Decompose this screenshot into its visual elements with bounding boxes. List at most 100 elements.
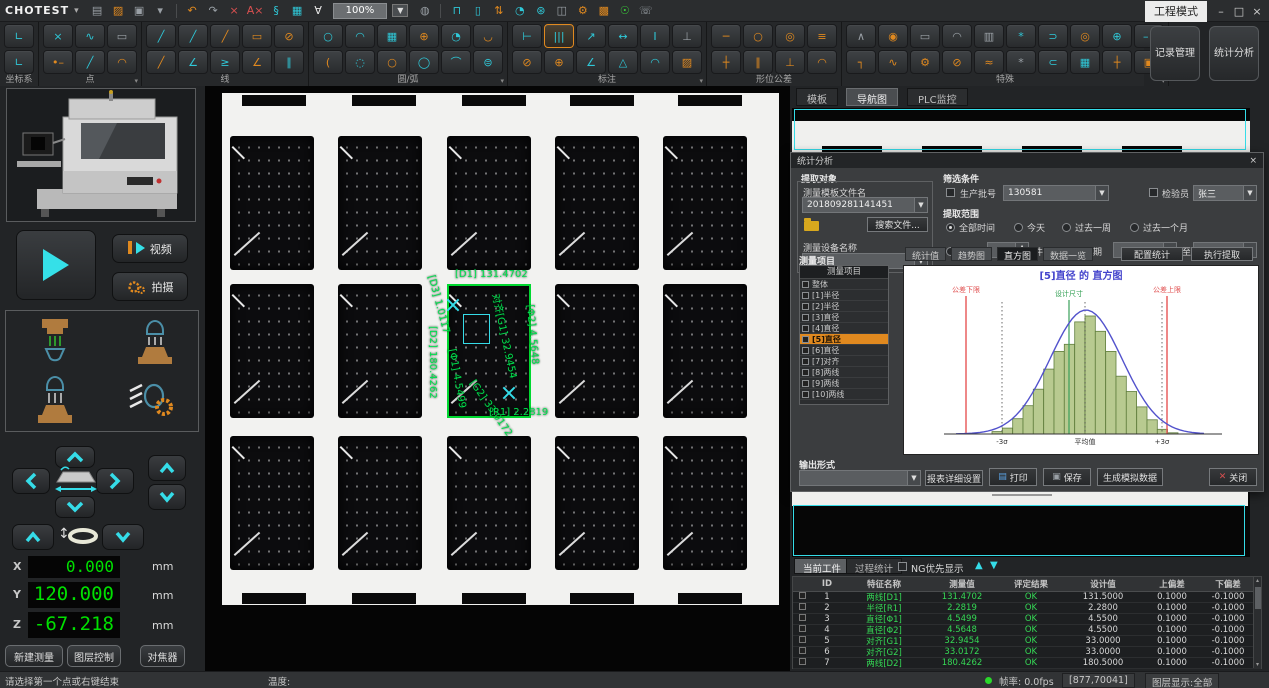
height-measure-icon[interactable]: ⊓ [447, 2, 466, 19]
ribbon-tool-icon[interactable]: * [1006, 50, 1036, 74]
navigation-map-bottom[interactable] [792, 492, 1250, 557]
measure-item-row[interactable]: [3]直径 [800, 312, 888, 323]
ribbon-tool-icon[interactable]: ⊘ [512, 50, 542, 74]
report-settings-button[interactable]: 报表详细设置 [925, 470, 983, 486]
measure-item-row[interactable]: [7]对齐 [800, 356, 888, 367]
pcb-panel[interactable] [555, 436, 639, 570]
pick-icon[interactable]: § [267, 2, 286, 19]
focuser-button[interactable]: 对焦器 [140, 645, 185, 667]
ribbon-tool-icon[interactable]: ▭ [107, 24, 137, 48]
range-option-3[interactable]: 过去一周 [1062, 221, 1111, 234]
batch-checkbox[interactable] [946, 188, 955, 197]
statistics-analysis-button[interactable]: 统计分析 [1209, 26, 1259, 81]
pcb-panel[interactable] [663, 136, 747, 270]
ribbon-tool-icon[interactable]: ≥ [210, 50, 240, 74]
template-filename-dropdown[interactable]: 201809281141451▼ [802, 197, 928, 213]
ribbon-tool-icon[interactable]: ( [313, 50, 343, 74]
ribbon-tool-icon[interactable]: ╱ [75, 50, 105, 74]
ribbon-tool-icon[interactable]: ◠ [807, 50, 837, 74]
execute-extract-button[interactable]: 执行提取 [1191, 247, 1253, 261]
ng-priority-checkbox[interactable] [898, 562, 907, 571]
chart-tab-2[interactable]: 趋势图 [951, 247, 992, 261]
pcb-panel[interactable] [663, 284, 747, 418]
pcb-panel[interactable] [447, 136, 531, 270]
ribbon-tool-icon[interactable]: ∿ [878, 50, 908, 74]
ribbon-tool-icon[interactable]: ◎ [775, 24, 805, 48]
ribbon-tool-icon[interactable]: ┼ [1102, 50, 1132, 74]
ribbon-tool-icon[interactable]: ◌ [345, 50, 375, 74]
ring-light-down-button[interactable] [102, 524, 144, 550]
ribbon-tool-icon[interactable]: ≈ [974, 50, 1004, 74]
undo-icon[interactable]: ↶ [183, 2, 202, 19]
pcb-panel[interactable] [555, 284, 639, 418]
zoom-level-box[interactable]: 100% [333, 3, 388, 19]
run-measure-button[interactable] [16, 230, 96, 300]
logo-dropdown-arrow[interactable]: ▾ [74, 6, 79, 16]
pcb-panel[interactable] [230, 136, 314, 270]
ribbon-tool-icon[interactable]: ⊘ [274, 24, 304, 48]
inspector-checkbox[interactable] [1149, 188, 1158, 197]
ribbon-tool-icon[interactable]: ◡ [473, 24, 503, 48]
measure-item-row[interactable]: 整体 [800, 279, 888, 290]
ribbon-tool-icon[interactable]: ▭ [910, 24, 940, 48]
ribbon-tool-icon[interactable]: ∿ [75, 24, 105, 48]
navigation-map-top[interactable] [792, 108, 1250, 152]
print-button[interactable]: ▤打印 [989, 468, 1037, 486]
stage-down-button[interactable] [55, 496, 95, 518]
ribbon-tool-icon[interactable]: ∥ [743, 50, 773, 74]
row-checkbox[interactable] [799, 636, 806, 643]
measure-item-row[interactable]: [8]两线 [800, 367, 888, 378]
move-down-arrow[interactable]: ▼ [990, 560, 998, 571]
camera-live-view[interactable]: [D1] 131.4702[D3] 1.0117[D2] 180.4262对齐[… [205, 86, 790, 672]
row-checkbox[interactable] [799, 647, 806, 654]
ribbon-tool-icon[interactable]: ╱ [146, 50, 176, 74]
contact-probe-icon[interactable] [32, 371, 78, 425]
ribbon-tool-icon[interactable]: ∟ [4, 50, 34, 74]
light-settings-icon[interactable] [126, 379, 178, 421]
ribbon-tool-icon[interactable]: ⚙ [910, 50, 940, 74]
ribbon-tool-icon[interactable]: ⊥ [775, 50, 805, 74]
gear-icon[interactable]: ⚙ [573, 2, 592, 19]
results-tab-2[interactable]: 过程统计 [846, 558, 902, 574]
stage-right-button[interactable] [96, 468, 134, 494]
range-option-4[interactable]: 过去一个月 [1130, 221, 1188, 234]
ribbon-tool-icon[interactable]: ⊕ [1102, 24, 1132, 48]
level-adjust-icon[interactable]: ⇅ [489, 2, 508, 19]
stage-up-button[interactable] [55, 446, 95, 468]
right-tab-1[interactable]: 模板 [796, 88, 838, 106]
ribbon-tool-icon[interactable]: × [43, 24, 73, 48]
configure-statistics-button[interactable]: 配置统计 [1121, 247, 1183, 261]
ribbon-tool-icon[interactable]: △ [608, 50, 638, 74]
layer-control-button[interactable]: 图层控制 [67, 645, 121, 667]
generate-sim-data-button[interactable]: 生成模拟数据 [1097, 468, 1163, 486]
ribbon-tool-icon[interactable]: ∠ [576, 50, 606, 74]
pcb-panel[interactable] [338, 284, 422, 418]
inspector-dropdown[interactable]: 张三▼ [1193, 185, 1257, 201]
move-up-arrow[interactable]: ▲ [975, 560, 983, 571]
ribbon-tool-icon[interactable]: ⊃ [1038, 24, 1068, 48]
delete-text-icon[interactable]: A× [246, 2, 265, 19]
ribbon-tool-icon[interactable]: ↗ [576, 24, 606, 48]
ribbon-tool-icon[interactable]: •– [43, 50, 73, 74]
z-down-button[interactable] [148, 484, 186, 510]
window-copy-icon[interactable]: ▣ [130, 2, 149, 19]
ribbon-tool-icon[interactable]: ⊕ [544, 50, 574, 74]
ribbon-tool-icon[interactable]: ▨ [672, 50, 702, 74]
dialog-close-icon[interactable]: × [1249, 156, 1257, 166]
ribbon-tool-icon[interactable]: ─ [711, 24, 741, 48]
chart-tab-1[interactable]: 统计值 [905, 247, 946, 261]
folder-icon[interactable] [804, 221, 819, 231]
edit-report-icon[interactable]: ▨ [109, 2, 128, 19]
measure-item-row[interactable]: [5]直径 [800, 334, 888, 345]
output-format-dropdown[interactable]: ▼ [799, 470, 921, 486]
ribbon-tool-icon[interactable]: ⊕ [409, 24, 439, 48]
ribbon-tool-icon[interactable]: ∠ [178, 50, 208, 74]
ribbon-tool-icon[interactable]: ◠ [345, 24, 375, 48]
grid-icon[interactable]: ▦ [288, 2, 307, 19]
table-scrollbar[interactable]: ▴▾ [1253, 577, 1261, 668]
ribbon-tool-icon[interactable]: ∟ [4, 24, 34, 48]
redo-icon[interactable]: ↷ [204, 2, 223, 19]
chart-tab-3[interactable]: 直方图 [997, 247, 1038, 261]
right-tab-2[interactable]: 导航图 [846, 88, 898, 106]
window-copy-arrow[interactable]: ▾ [151, 2, 170, 19]
